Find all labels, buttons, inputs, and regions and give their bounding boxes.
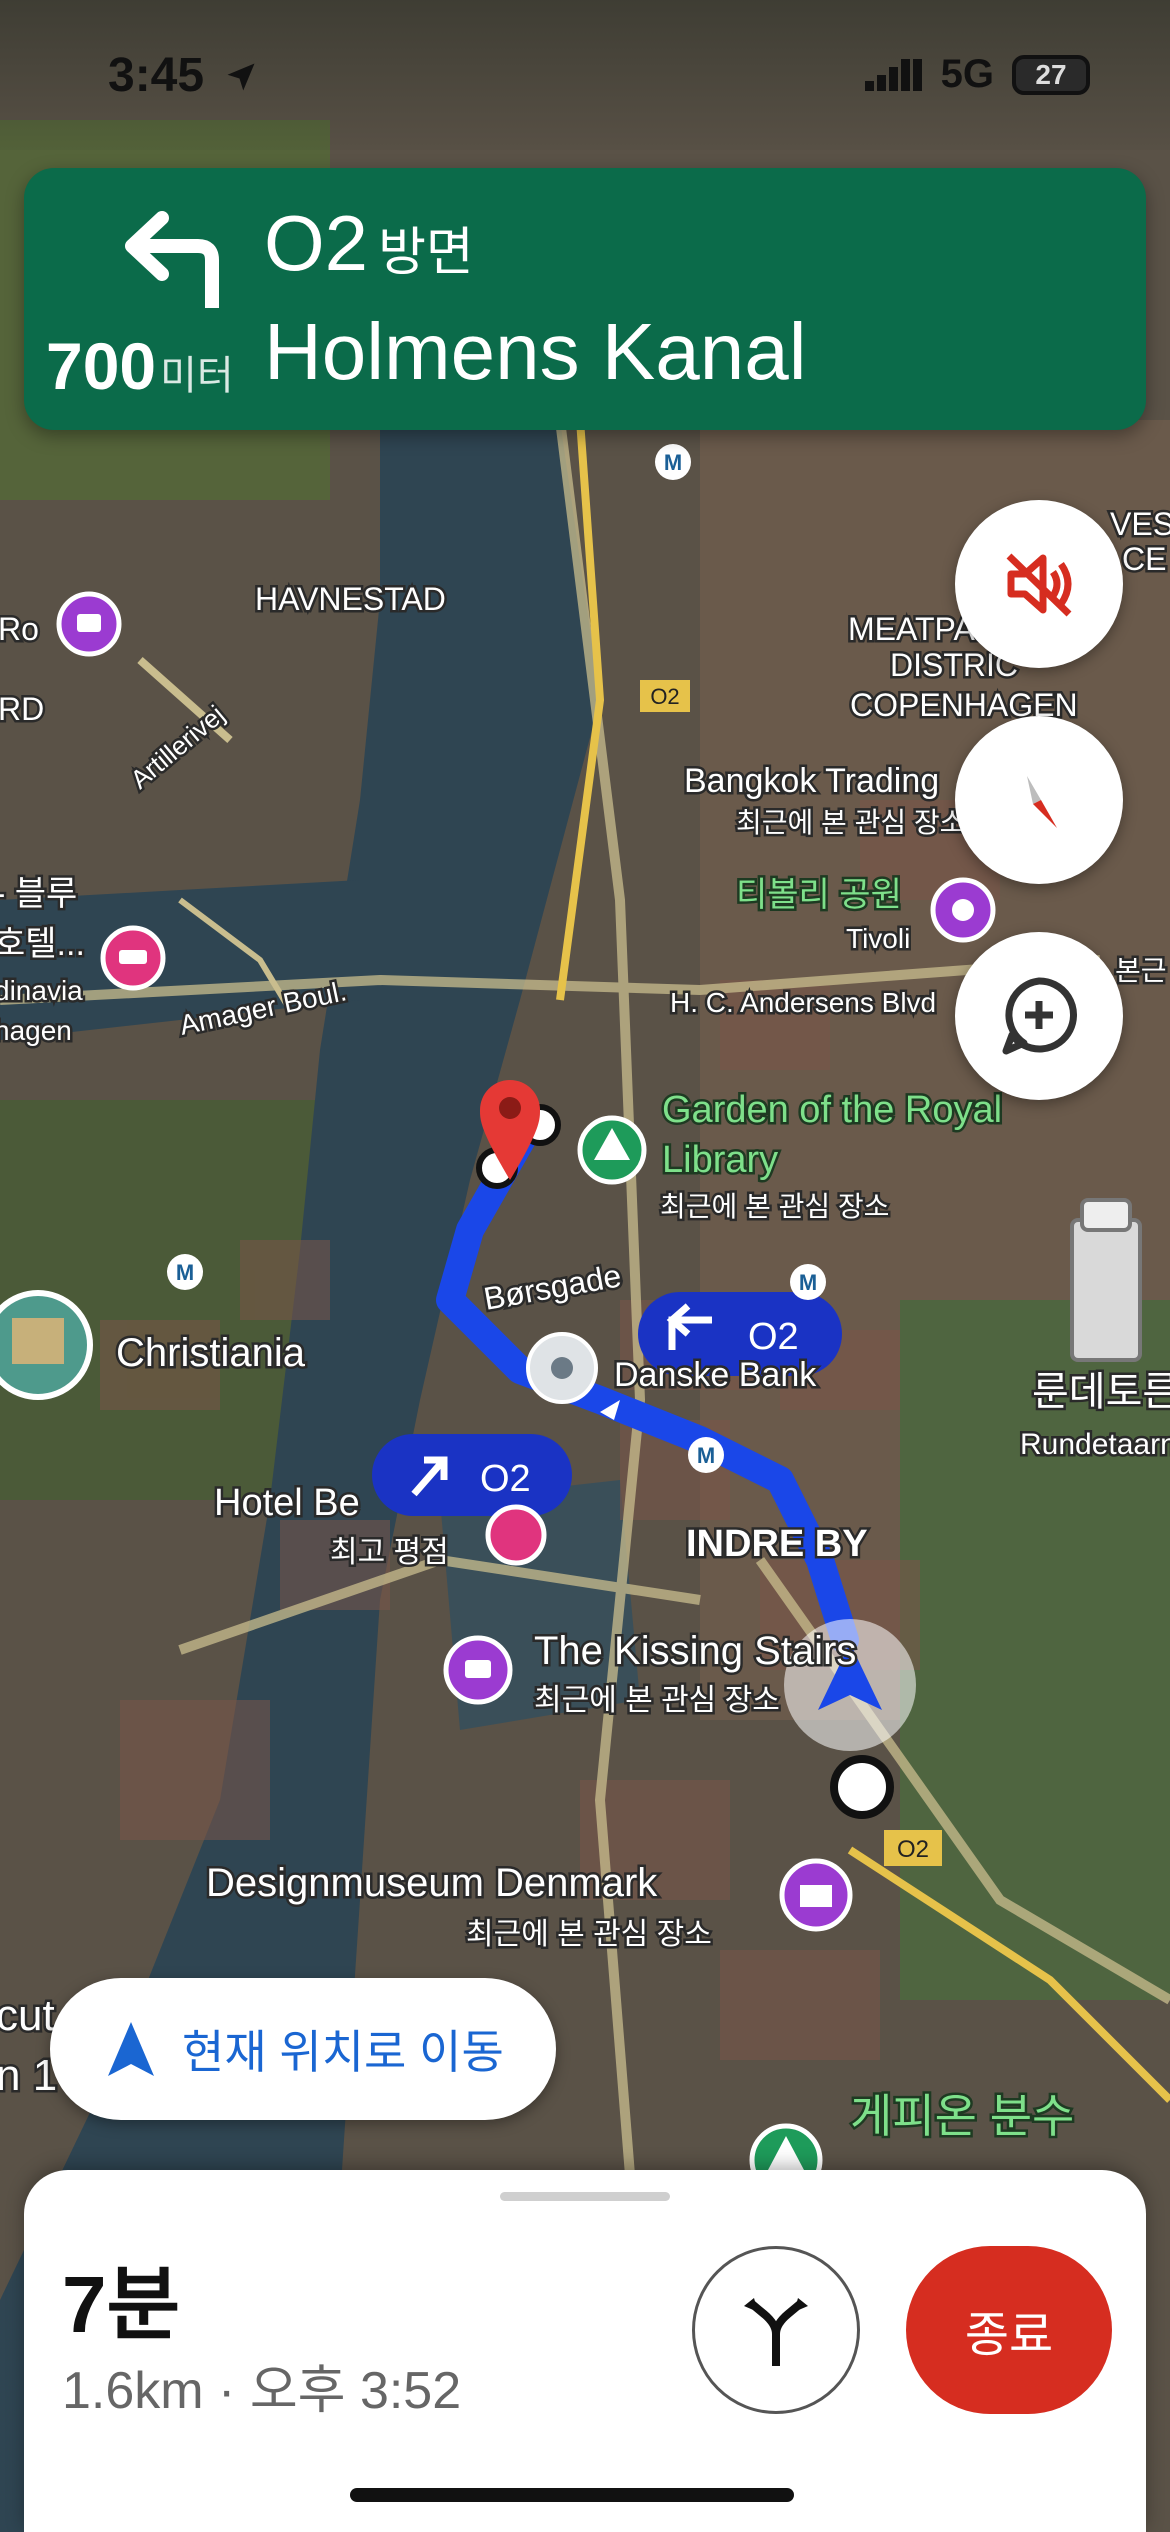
mute-icon	[1006, 553, 1072, 617]
map-label: Hotel Be	[214, 1482, 360, 1524]
map-label: 호텔...	[0, 925, 85, 963]
road-shield-o2: O2	[884, 1830, 942, 1866]
compass-icon	[1027, 776, 1057, 828]
mute-button[interactable]	[955, 500, 1123, 668]
map-label: Danske Bank	[614, 1356, 817, 1394]
svg-text:O2: O2	[480, 1458, 531, 1500]
svg-text:M: M	[664, 450, 682, 475]
battery-icon: 27	[1012, 54, 1090, 95]
map-label: n 1	[0, 2051, 57, 2100]
navigation-arrow-icon	[108, 2022, 154, 2076]
map-label: MEATPA	[848, 611, 975, 647]
landmark-rundetaarn-3d-icon[interactable]	[1070, 1198, 1142, 1362]
map-label: 최근에 본 관심 장소	[534, 1684, 780, 1717]
map-label: Tivoli	[846, 923, 910, 954]
poi-kissing-stairs-icon[interactable]	[443, 1635, 513, 1705]
svg-text:O2: O2	[897, 1836, 929, 1863]
map-label: Christiania	[116, 1331, 306, 1375]
map-label: 룬데토른	[1032, 1370, 1170, 1414]
eta-duration: 7분	[62, 2260, 181, 2349]
map-label: VES	[1110, 506, 1170, 542]
svg-text:M: M	[799, 1270, 817, 1295]
turn-direction: O2 방면	[264, 198, 474, 289]
add-report-icon	[1002, 977, 1077, 1055]
eta-detail: 1.6km · 오후 3:52	[62, 2362, 462, 2420]
home-indicator[interactable]	[350, 2488, 794, 2502]
map-label: 최근에 본 관심 장소	[466, 1918, 712, 1951]
status-indicators: 5G 27	[864, 52, 1090, 97]
recenter-button[interactable]: 현재 위치로 이동	[50, 1978, 556, 2120]
svg-text:O2: O2	[650, 684, 679, 709]
map-label: hagen	[0, 1015, 72, 1046]
map-label: 최근에 본 관심 장소	[660, 1191, 889, 1222]
map-label: 최고 평점	[330, 1536, 449, 1569]
map-label: RD	[0, 691, 44, 727]
map-label: The Kissing Stairs	[534, 1629, 856, 1673]
location-arrow-icon	[227, 63, 255, 91]
map-label: Bangkok Trading	[684, 762, 939, 800]
exit-navigation-button[interactable]: 종료	[906, 2246, 1112, 2414]
svg-text:O2: O2	[748, 1316, 799, 1358]
poi-museum-icon[interactable]	[779, 1858, 853, 1932]
svg-text:M: M	[697, 1443, 715, 1468]
map-label: - 블루	[0, 875, 77, 913]
map-label: CE	[1122, 541, 1166, 577]
metro-marker: M	[790, 1264, 826, 1300]
status-bar: 3:45 5G 27	[0, 0, 1170, 150]
left-turn-arrow-icon	[125, 211, 219, 308]
map-label: Designmuseum Denmark	[206, 1861, 658, 1905]
poi-tivoli-icon[interactable]	[930, 877, 996, 943]
map-label: Rundetaarn	[1020, 1428, 1170, 1461]
network-type: 5G	[940, 52, 994, 96]
map-label: INDRE BY	[686, 1523, 868, 1565]
route-name: O2	[264, 199, 369, 287]
map-label-park: Library	[662, 1139, 778, 1181]
poi-purple-camera-icon[interactable]	[56, 591, 122, 657]
status-time: 3:45	[108, 48, 259, 103]
street-name: Holmens Kanal	[264, 307, 807, 396]
route-callout-right-turn: O2	[372, 1434, 572, 1516]
map-label-park: 게피온 분수	[850, 2090, 1074, 2142]
road-shield-o2: O2	[640, 680, 690, 712]
metro-marker: M	[167, 1254, 203, 1290]
turn-distance: 700 미터	[46, 329, 234, 403]
map-label-park: Garden of the Royal	[662, 1089, 1002, 1131]
trip-summary-sheet[interactable]: 7분 1.6km · 오후 3:52 종료	[24, 2170, 1146, 2532]
recenter-label: 현재 위치로 이동	[182, 2026, 504, 2078]
poi-park-icon[interactable]	[577, 1115, 647, 1185]
compass-button[interactable]	[955, 716, 1123, 884]
alternate-routes-button[interactable]	[692, 2246, 860, 2414]
sheet-handle[interactable]	[500, 2192, 670, 2201]
map-label: H. C. Andersens Blvd	[670, 987, 936, 1018]
direction-suffix: 방면	[378, 224, 474, 282]
map-label: HAVNESTAD	[255, 581, 446, 617]
poi-hotel-be-icon[interactable]	[485, 1504, 547, 1566]
signal-icon	[864, 58, 922, 91]
map-label-park: 티볼리 공원	[736, 876, 902, 914]
poi-christiania-photo[interactable]	[0, 1290, 93, 1400]
metro-marker: M	[688, 1437, 724, 1473]
map-label: dinavia	[0, 975, 83, 1006]
route-fork-icon	[744, 2298, 808, 2366]
map-label: Ro	[0, 611, 39, 647]
poi-hotel-icon[interactable]	[100, 925, 166, 991]
add-report-button[interactable]	[955, 932, 1123, 1100]
map-label: 최근에 본 관심 장소	[736, 807, 965, 838]
navigation-banner[interactable]: 700 미터 O2 방면 Holmens Kanal	[24, 168, 1146, 430]
map-label: 본근	[1115, 955, 1167, 986]
metro-marker: M	[655, 444, 691, 480]
svg-text:M: M	[176, 1260, 194, 1285]
map-label: cut	[0, 1991, 55, 2040]
